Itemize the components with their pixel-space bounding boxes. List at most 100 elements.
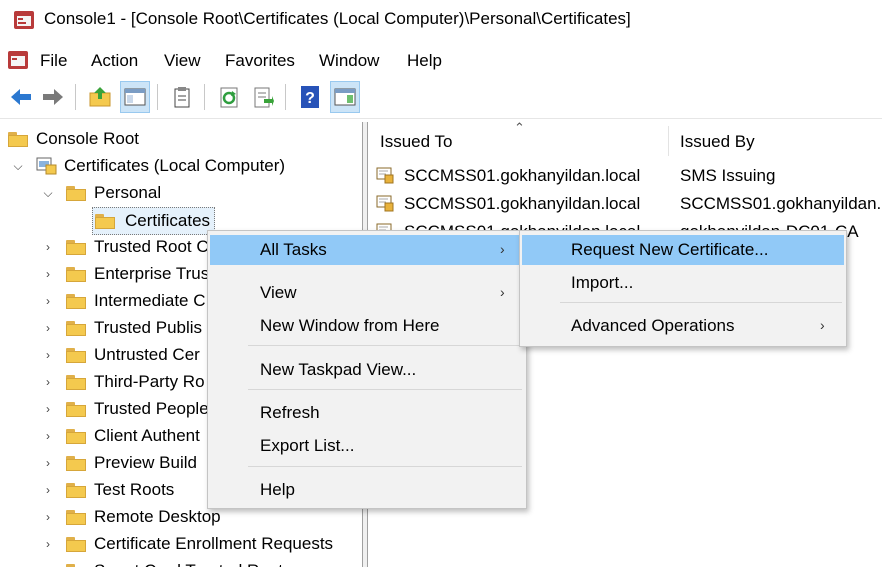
menu-item-export-list[interactable]: Export List...	[208, 431, 524, 461]
folder-icon	[66, 293, 86, 309]
chevron-right-icon[interactable]: ›	[40, 510, 56, 524]
back-arrow-icon[interactable]	[6, 81, 36, 113]
tree-item-folder[interactable]: ›Smart Card Trusted Roots	[40, 558, 291, 567]
tree-item-folder[interactable]: › Test Roots	[40, 477, 174, 503]
menu-window[interactable]: Window	[319, 51, 379, 71]
tree-item-label: Third-Party Ro	[94, 372, 205, 391]
menu-item-label: Request New Certificate...	[571, 240, 769, 259]
tree-item-folder[interactable]: › Trusted People	[40, 396, 209, 422]
tree-item-folder[interactable]: › Remote Desktop	[40, 504, 221, 530]
toolbar-separator	[285, 84, 286, 110]
tree-item-label: Trusted Root C	[94, 237, 209, 256]
tree-item-label: Trusted Publis	[94, 318, 203, 337]
chevron-right-icon[interactable]: ›	[40, 321, 56, 335]
export-list-icon[interactable]	[248, 81, 278, 113]
tree-item-folder[interactable]: › Certificate Enrollment Requests	[40, 531, 333, 557]
column-header-issued-to[interactable]: Issued To	[380, 132, 452, 152]
menu-item-new-taskpad[interactable]: New Taskpad View...	[208, 355, 524, 385]
menu-favorites[interactable]: Favorites	[225, 51, 295, 71]
chevron-right-icon[interactable]: ›	[40, 240, 56, 254]
folder-icon	[66, 347, 86, 363]
toolbar-separator	[157, 84, 158, 110]
tree-item-folder[interactable]: › Trusted Publis	[40, 315, 202, 341]
tree-item-folder[interactable]: › Trusted Root C	[40, 234, 209, 260]
sort-ascending-icon: ⌃	[514, 122, 525, 135]
all-tasks-submenu: Request New Certificate... Import... Adv…	[519, 230, 847, 347]
tree-item-folder[interactable]: › Untrusted Cer	[40, 342, 200, 368]
show-hide-tree-icon[interactable]	[120, 81, 150, 113]
chevron-down-icon[interactable]: ⌵	[10, 159, 26, 174]
chevron-right-icon[interactable]: ›	[40, 294, 56, 308]
toolbar: ?	[0, 78, 882, 119]
menu-action[interactable]: Action	[91, 51, 138, 71]
tree-item-folder[interactable]: › Enterprise Trus	[40, 261, 209, 287]
issued-by-cell: SCCMSS01.gokhanyildan.lo	[680, 194, 882, 213]
tree-item-certificates-local[interactable]: ⌵ Certificates (Local Computer)	[10, 153, 285, 179]
tree-item-personal[interactable]: ⌵ Personal	[40, 180, 161, 206]
issued-by-cell: SMS Issuing	[680, 166, 776, 185]
tree-item-label: Intermediate C	[94, 291, 206, 310]
chevron-right-icon[interactable]: ›	[40, 456, 56, 470]
forward-arrow-icon[interactable]	[38, 81, 68, 113]
folder-icon	[66, 401, 86, 417]
menu-item-help[interactable]: Help	[208, 475, 524, 505]
column-divider[interactable]	[668, 126, 669, 156]
list-row[interactable]: SCCMSS01.gokhanyildan.local SMS Issuing	[368, 162, 882, 190]
menu-item-advanced-operations[interactable]: Advanced Operations ›	[520, 311, 844, 341]
folder-icon	[66, 185, 86, 201]
column-header-issued-by[interactable]: Issued By	[680, 132, 755, 152]
chevron-right-icon[interactable]: ›	[40, 375, 56, 389]
chevron-right-icon[interactable]: ›	[40, 267, 56, 281]
chevron-right-icon[interactable]: ›	[40, 483, 56, 497]
menu-item-view[interactable]: View ›	[208, 278, 524, 308]
list-row[interactable]: SCCMSS01.gokhanyildan.local SCCMSS01.gokh…	[368, 190, 882, 218]
up-folder-icon[interactable]	[85, 81, 115, 113]
tree-item-label: Test Roots	[94, 480, 175, 499]
chevron-right-icon[interactable]: ›	[40, 402, 56, 416]
chevron-down-icon[interactable]: ⌵	[40, 186, 56, 201]
menu-item-label: View	[260, 283, 297, 302]
properties-icon[interactable]	[167, 81, 197, 113]
menu-separator	[560, 302, 842, 303]
chevron-right-icon[interactable]: ›	[40, 429, 56, 443]
certificates-snapin-icon	[36, 157, 57, 175]
menu-item-label: Import...	[571, 273, 634, 292]
tree-item-certificates[interactable]: Certificates	[92, 207, 216, 235]
folder-icon	[66, 563, 86, 567]
console-icon[interactable]	[6, 48, 30, 72]
menu-item-label: New Window from Here	[260, 316, 440, 335]
svg-text:?: ?	[305, 90, 315, 107]
issued-to-cell: SCCMSS01.gokhanyildan.local	[404, 194, 641, 213]
issued-to-cell: SCCMSS01.gokhanyildan.local	[404, 166, 641, 185]
tree-item-label: Enterprise Trus	[94, 264, 210, 283]
tree-item-label: Untrusted Cer	[94, 345, 200, 364]
tree-item-folder[interactable]: › Third-Party Ro	[40, 369, 205, 395]
menu-item-request-new-certificate[interactable]: Request New Certificate...	[522, 235, 844, 265]
tree-item-label: Client Authent	[94, 426, 200, 445]
chevron-right-icon: ›	[500, 241, 505, 257]
refresh-icon[interactable]	[214, 81, 244, 113]
tree-item-label: Certificates (Local Computer)	[64, 156, 286, 175]
tree-item-folder[interactable]: › Client Authent	[40, 423, 200, 449]
menu-help[interactable]: Help	[407, 51, 442, 71]
certificate-icon	[376, 167, 394, 184]
menu-item-all-tasks[interactable]: All Tasks ›	[210, 235, 524, 265]
menu-item-import[interactable]: Import...	[520, 268, 844, 298]
menu-file[interactable]: File	[40, 51, 67, 71]
tree-item-folder[interactable]: › Intermediate C	[40, 288, 206, 314]
help-icon[interactable]: ?	[295, 81, 325, 113]
tree-item-label: Certificate Enrollment Requests	[94, 534, 334, 553]
chevron-right-icon[interactable]: ›	[40, 348, 56, 362]
menu-item-new-window[interactable]: New Window from Here	[208, 311, 524, 341]
folder-icon	[66, 374, 86, 390]
chevron-right-icon[interactable]: ›	[40, 537, 56, 551]
menu-item-refresh[interactable]: Refresh	[208, 398, 524, 428]
tree-item-label: Personal	[94, 183, 162, 202]
show-action-pane-icon[interactable]	[330, 81, 360, 113]
tree-item-console-root[interactable]: Console Root	[8, 126, 139, 152]
mmc-app-icon	[14, 11, 34, 29]
menu-separator	[248, 389, 522, 390]
menu-bar: File Action View Favorites Window Help	[0, 44, 882, 76]
menu-view[interactable]: View	[164, 51, 201, 71]
tree-item-folder[interactable]: › Preview Build	[40, 450, 197, 476]
